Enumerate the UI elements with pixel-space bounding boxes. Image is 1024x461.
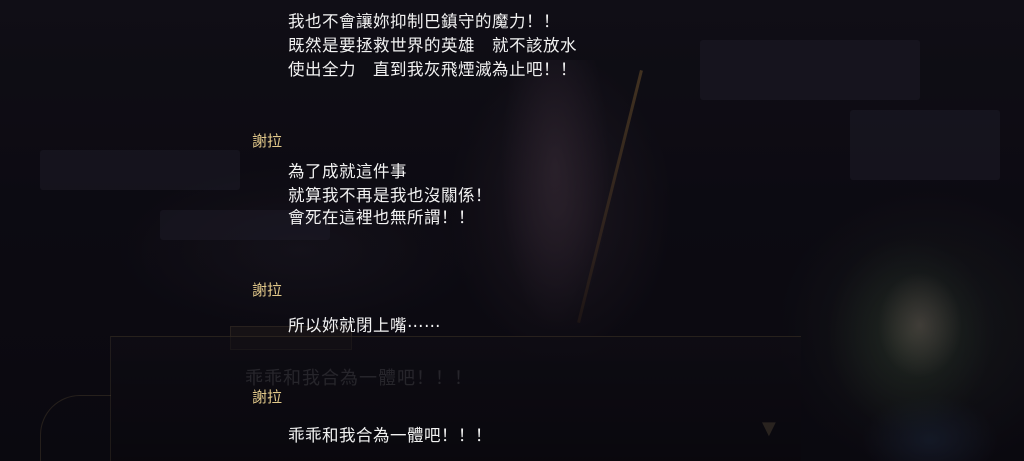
log-speaker-name: 謝拉 — [252, 132, 283, 150]
log-line: 我也不會讓妳抑制巴鎮守的魔力！！ — [288, 12, 560, 31]
log-line: 使出全力 直到我灰飛煙滅為止吧！！ — [288, 60, 577, 79]
log-speaker-name: 謝拉 — [252, 388, 283, 406]
log-speaker-name: 謝拉 — [252, 281, 283, 299]
log-line: 為了成就這件事 — [288, 162, 407, 181]
log-line: 所以妳就閉上嘴⋯⋯ — [288, 316, 441, 335]
log-line: 乖乖和我合為一體吧！！！ — [288, 426, 492, 445]
log-line: 既然是要拯救世界的英雄 就不該放水 — [288, 36, 577, 55]
dialogue-log[interactable]: 我也不會讓妳抑制巴鎮守的魔力！！ 既然是要拯救世界的英雄 就不該放水 使出全力 … — [0, 0, 1024, 461]
game-screen: ▼ 乖乖和我合為一體吧！！！ 我也不會讓妳抑制巴鎮守的魔力！！ 既然是要拯救世界… — [0, 0, 1024, 461]
log-line: 就算我不再是我也沒關係！ — [288, 186, 492, 205]
log-line: 會死在這裡也無所謂！！ — [288, 208, 475, 227]
